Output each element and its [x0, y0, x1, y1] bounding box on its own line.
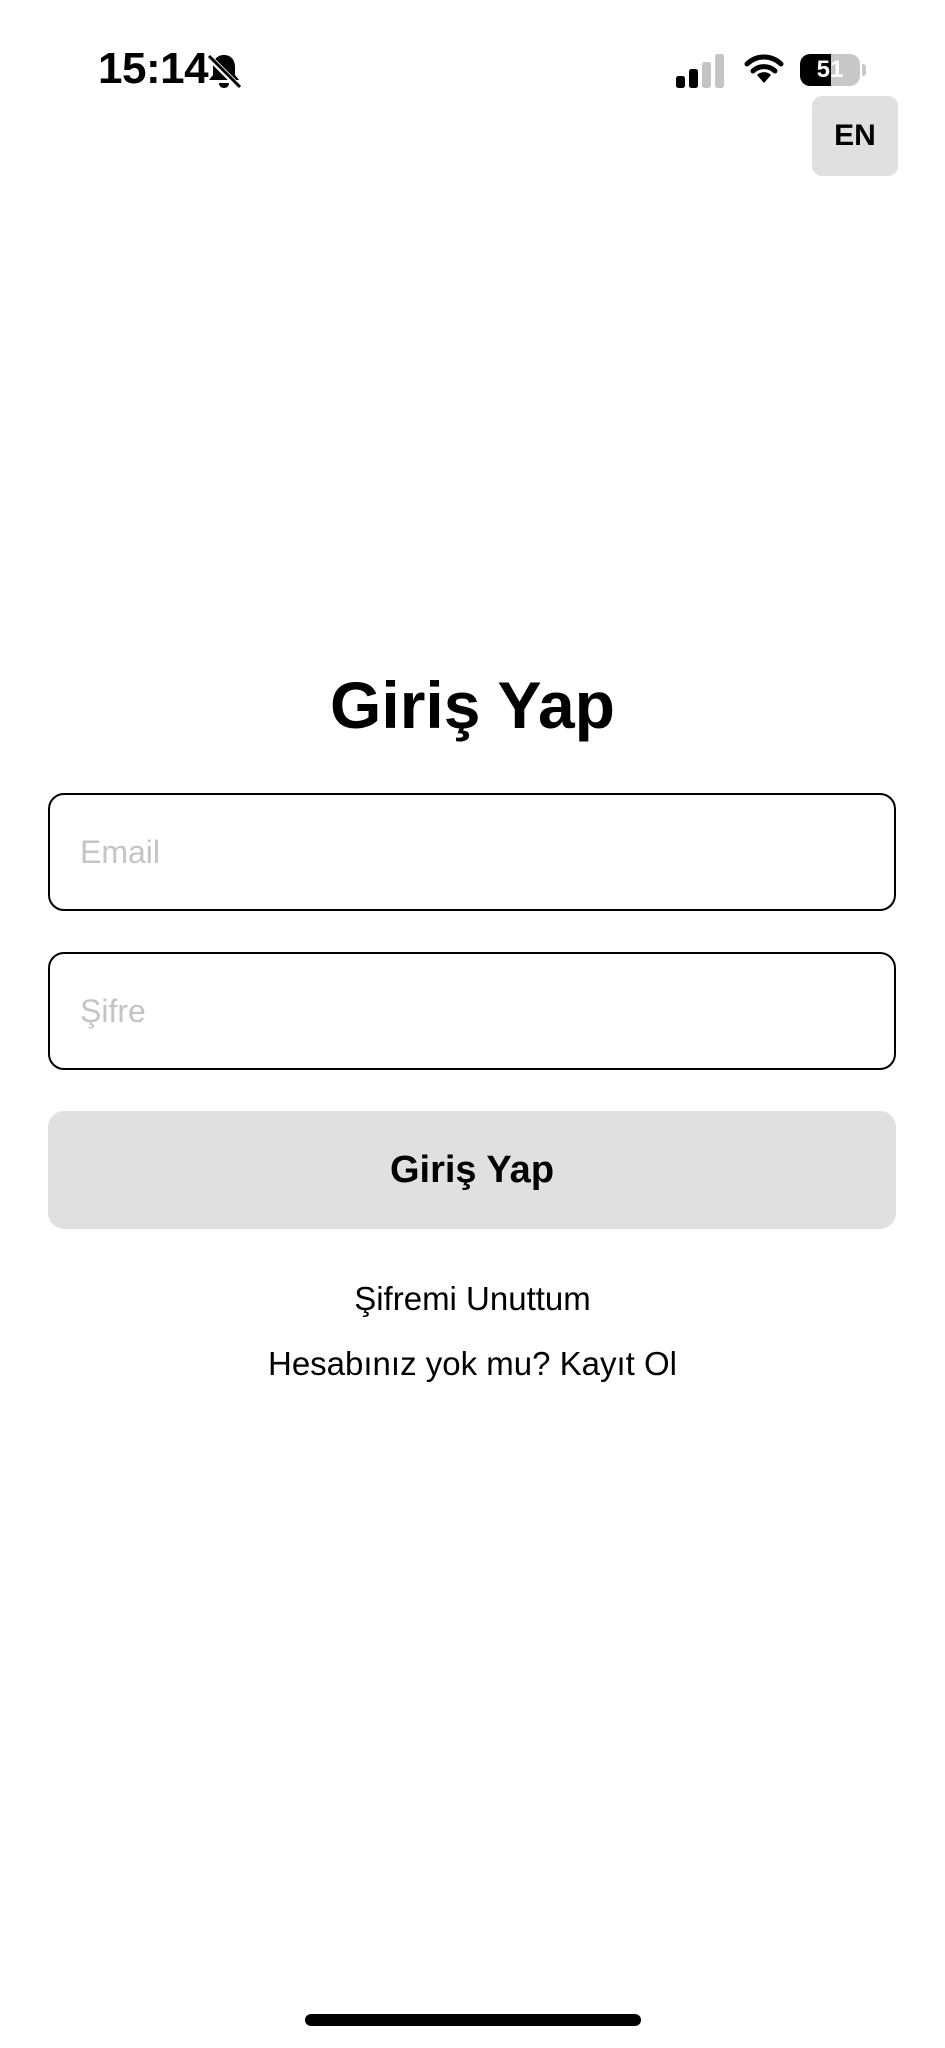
register-link[interactable]: Hesabınız yok mu? Kayıt Ol [0, 1342, 945, 1386]
status-bar: 15:14 51 [0, 0, 945, 130]
battery-percent: 51 [816, 56, 844, 83]
home-indicator[interactable] [305, 2014, 641, 2026]
email-field[interactable] [48, 793, 896, 911]
login-button[interactable]: Giriş Yap [48, 1111, 896, 1229]
password-field[interactable] [48, 952, 896, 1070]
battery-cap [862, 64, 866, 76]
forgot-password-link[interactable]: Şifremi Unuttum [0, 1277, 945, 1321]
wifi-icon [744, 54, 784, 83]
battery-icon: 51 [800, 54, 866, 86]
language-toggle-button[interactable]: EN [812, 96, 898, 176]
bell-slash-icon [206, 53, 242, 90]
battery-body: 51 [800, 54, 860, 86]
page-title: Giriş Yap [330, 668, 615, 742]
status-time: 15:14 [98, 44, 209, 93]
cellular-signal-icon [676, 54, 724, 88]
